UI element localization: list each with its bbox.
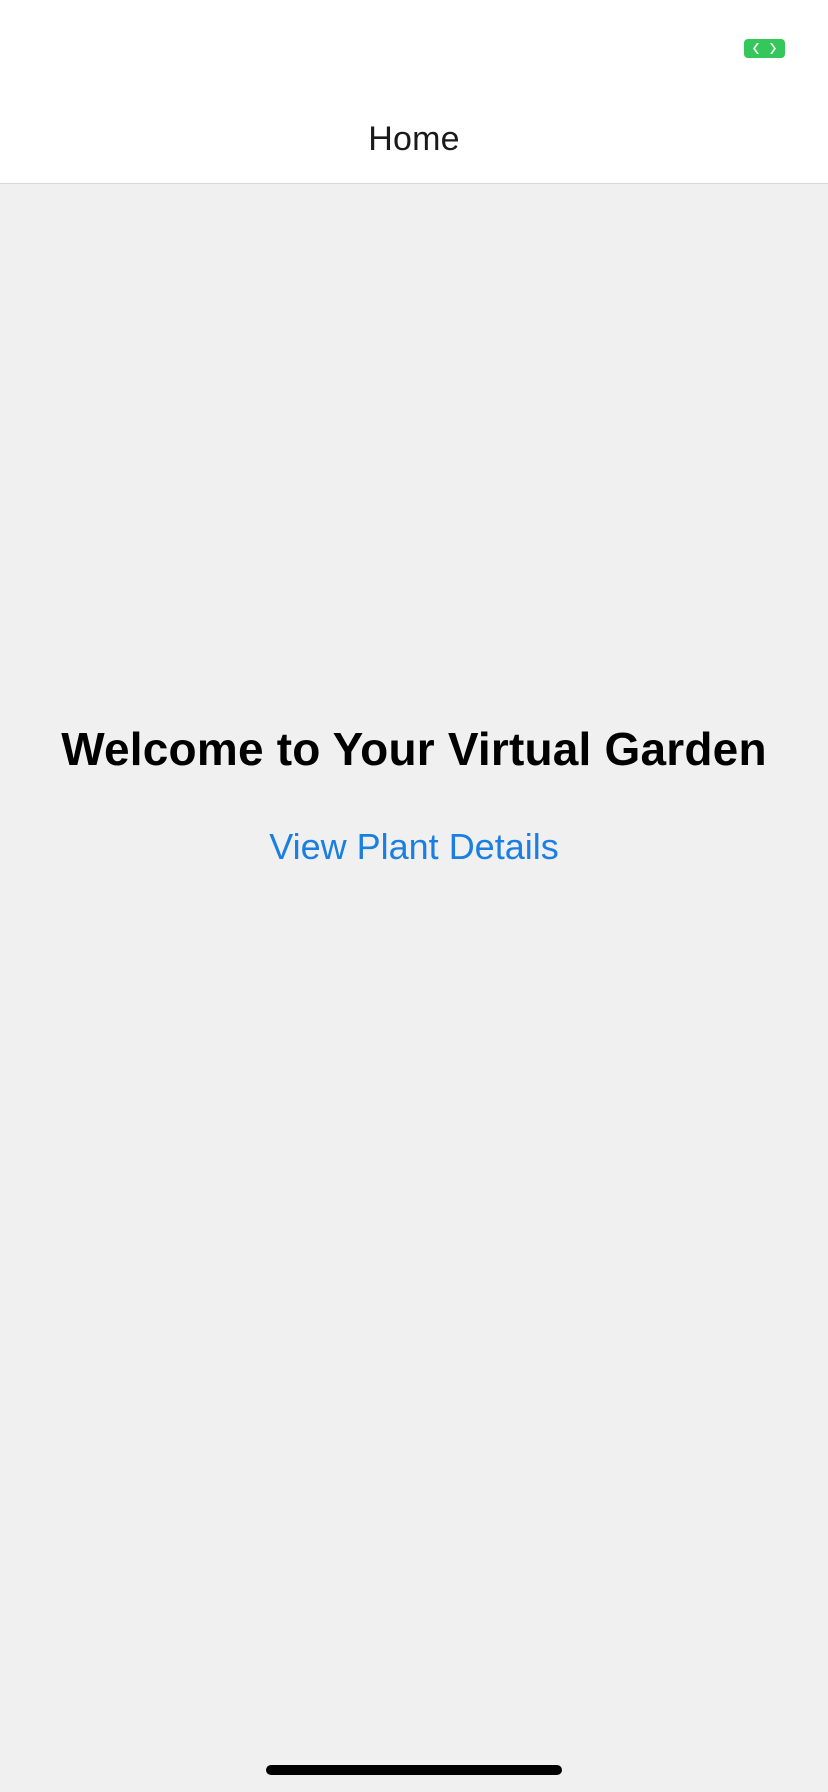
view-plant-details-link[interactable]: View Plant Details — [0, 826, 828, 868]
status-bar — [0, 0, 828, 100]
welcome-heading: Welcome to Your Virtual Garden — [61, 723, 767, 775]
main-content — [0, 184, 828, 1792]
page-title: Home — [368, 120, 460, 158]
camera-in-use-indicator-icon — [744, 39, 785, 58]
navigation-bar: Home — [0, 100, 828, 184]
home-indicator[interactable] — [266, 1765, 562, 1775]
